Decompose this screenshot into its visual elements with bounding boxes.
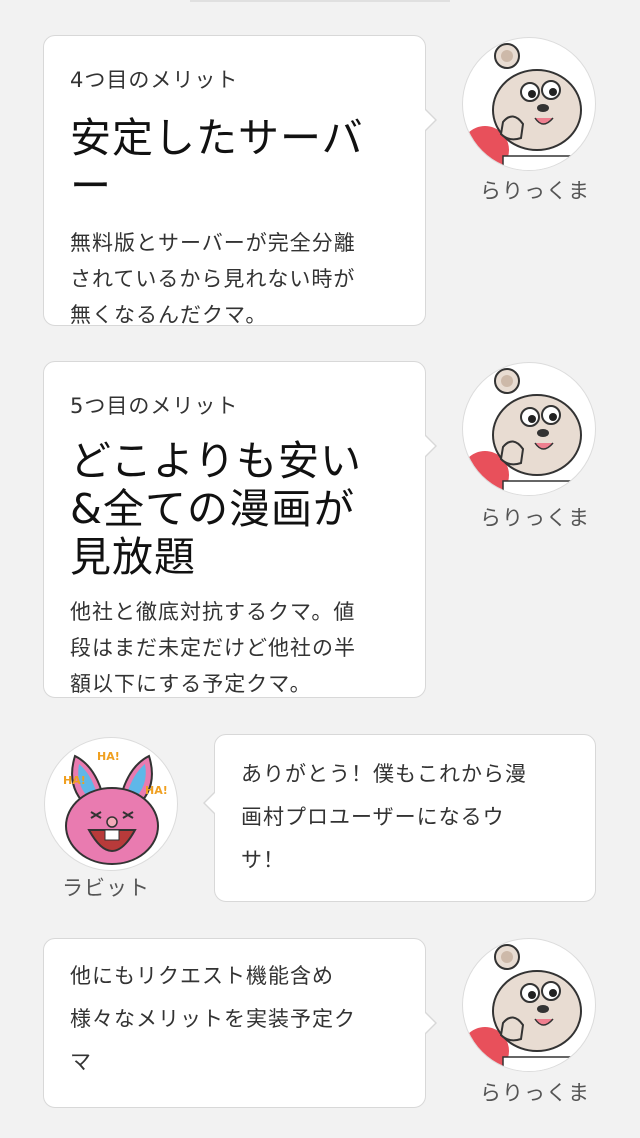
message-2-speaker: らりっくま [480, 506, 590, 530]
svg-text:HA!: HA! [63, 774, 86, 787]
message-3-text-line-3: サ！ [241, 848, 285, 872]
message-1-headline-line-2: ー [70, 162, 112, 210]
message-3-text-line-2: 画村プロユーザーになるウ [241, 805, 505, 829]
message-2-headline: どこよりも安い &全ての漫画が 見放題 [70, 437, 362, 581]
svg-text:HA!: HA! [97, 750, 120, 763]
message-3-text: ありがとう！僕もこれから漫 画村プロユーザーになるウ サ！ [241, 753, 527, 882]
message-1-body-line-3: 無くなるんだクマ。 [70, 303, 268, 327]
message-2-headline-line-1: どこよりも安い [70, 437, 362, 485]
message-bubble-1: 4つ目のメリット 安定したサーバ ー 無料版とサーバーが完全分離 されているから… [43, 35, 437, 327]
rabbit-avatar-icon[interactable]: HA! HA! HA! [44, 737, 178, 871]
message-3-speaker: ラビット [62, 876, 150, 900]
message-4-text-line-3: マ [70, 1050, 92, 1074]
message-bubble-4: 他にもリクエスト機能含め 様々なメリットを実装予定ク マ [43, 938, 437, 1108]
bear-avatar-icon[interactable] [462, 362, 596, 496]
message-4-text-line-1: 他にもリクエスト機能含め [70, 964, 334, 988]
message-3-text-line-1: ありがとう！僕もこれから漫 [241, 762, 527, 786]
message-4-text: 他にもリクエスト機能含め 様々なメリットを実装予定ク マ [70, 955, 356, 1084]
message-2-body-line-3: 額以下にする予定クマ。 [70, 672, 312, 696]
message-1-body-line-1: 無料版とサーバーが完全分離 [70, 231, 356, 255]
svg-text:HA!: HA! [145, 784, 168, 797]
message-2-body-line-2: 段はまだ未定だけど他社の半 [70, 636, 356, 660]
message-bubble-3: ありがとう！僕もこれから漫 画村プロユーザーになるウ サ！ [203, 734, 596, 902]
message-2-kicker: 5つ目のメリット [70, 394, 239, 418]
message-1-headline-line-1: 安定したサーバ [70, 114, 364, 162]
message-1-speaker: らりっくま [480, 179, 590, 203]
message-2-headline-line-2: &全ての漫画が [70, 485, 355, 533]
message-4-text-line-2: 様々なメリットを実装予定ク [70, 1007, 356, 1031]
message-2-body-line-1: 他社と徹底対抗するクマ。値 [70, 600, 356, 624]
bear-avatar-icon[interactable] [462, 938, 596, 1072]
message-1-body-line-2: されているから見れない時が [70, 267, 356, 291]
bear-avatar-icon[interactable] [462, 37, 596, 171]
message-2-headline-line-3: 見放題 [70, 533, 196, 581]
message-2-body: 他社と徹底対抗するクマ。値 段はまだ未定だけど他社の半 額以下にする予定クマ。 [70, 594, 356, 702]
message-1-headline: 安定したサーバ ー [70, 114, 364, 210]
message-4-speaker: らりっくま [480, 1081, 590, 1105]
message-1-kicker: 4つ目のメリット [70, 68, 239, 92]
message-bubble-2: 5つ目のメリット どこよりも安い &全ての漫画が 見放題 他社と徹底対抗するクマ… [43, 361, 437, 698]
top-divider [190, 0, 450, 2]
message-1-body: 無料版とサーバーが完全分離 されているから見れない時が 無くなるんだクマ。 [70, 225, 356, 333]
